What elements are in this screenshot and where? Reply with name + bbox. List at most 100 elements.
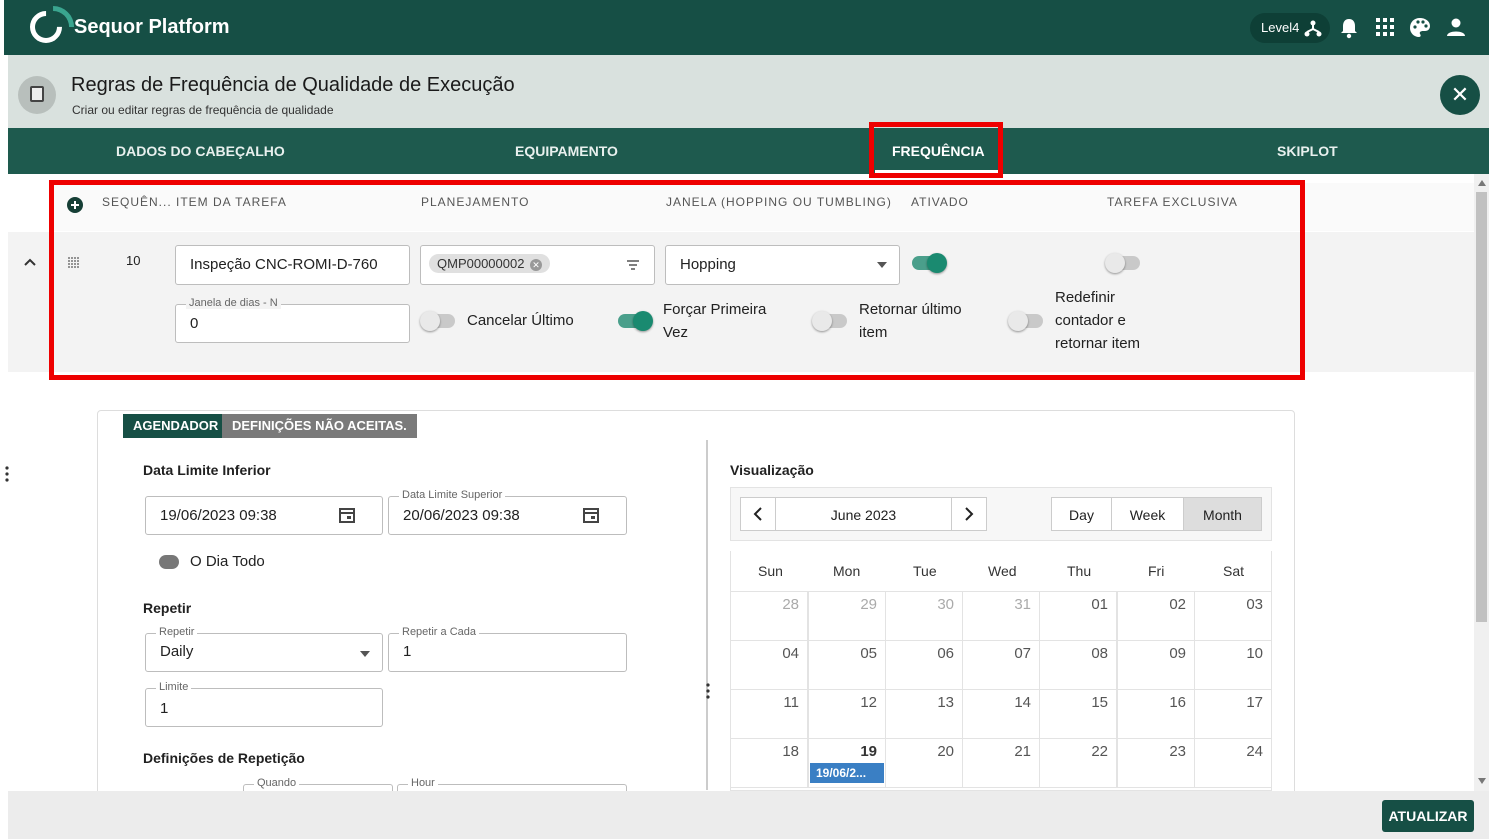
calendar-day-number: 19 bbox=[860, 743, 877, 760]
tab-header-data[interactable]: DADOS DO CABEÇALHO bbox=[116, 128, 285, 174]
calendar-day-number: 05 bbox=[860, 645, 877, 662]
calendar-day-number: 21 bbox=[1014, 743, 1031, 760]
calendar-day-cell[interactable]: 14 bbox=[962, 689, 1040, 739]
view-month-button[interactable]: Month bbox=[1183, 497, 1262, 531]
app-logo-icon bbox=[23, 4, 69, 50]
update-button[interactable]: ATUALIZAR bbox=[1382, 800, 1474, 832]
calendar-day-cell[interactable]: 05 bbox=[808, 640, 886, 690]
calendar-day-number: 20 bbox=[937, 743, 954, 760]
prev-month-button[interactable] bbox=[740, 497, 776, 531]
dow-wed: Wed bbox=[988, 563, 1017, 579]
calendar-day-cell[interactable]: 03 bbox=[1194, 591, 1272, 641]
user-account-icon[interactable] bbox=[1446, 17, 1466, 37]
calendar-day-cell[interactable]: 10 bbox=[1194, 640, 1272, 690]
calendar-day-number: 30 bbox=[937, 596, 954, 613]
calendar-day-number: 11 bbox=[783, 694, 799, 711]
repeat-every-label: Repetir a Cada bbox=[399, 626, 479, 638]
view-day-button[interactable]: Day bbox=[1051, 497, 1112, 531]
tab-scheduler[interactable]: AGENDADOR bbox=[123, 414, 229, 438]
lower-date-field[interactable]: 19/06/2023 09:38 bbox=[145, 496, 383, 535]
repeat-definitions-title: Definições de Repetição bbox=[143, 750, 305, 766]
calendar-day-cell[interactable]: 31 bbox=[962, 591, 1040, 641]
calendar-day-number: 09 bbox=[1169, 645, 1186, 662]
side-panel-handle-icon[interactable] bbox=[4, 465, 10, 483]
tab-bar: DADOS DO CABEÇALHO EQUIPAMENTO FREQUÊNCI… bbox=[8, 128, 1489, 174]
preview-title: Visualização bbox=[730, 462, 814, 478]
calendar-day-cell[interactable]: 08 bbox=[1039, 640, 1117, 690]
top-app-bar: Sequor Platform Level4 bbox=[4, 0, 1489, 55]
tab-equipment[interactable]: EQUIPAMENTO bbox=[515, 128, 618, 174]
calendar-day-number: 01 bbox=[1091, 596, 1108, 613]
calendar-event[interactable]: 19/06/2... bbox=[810, 763, 884, 783]
calendar-day-cell[interactable]: 13 bbox=[885, 689, 963, 739]
calendar-day-number: 15 bbox=[1091, 694, 1108, 711]
palette-icon[interactable] bbox=[1409, 17, 1431, 39]
upper-date-value: 20/06/2023 09:38 bbox=[403, 507, 520, 524]
dropdown-arrow-icon bbox=[360, 651, 370, 657]
repeat-select[interactable]: Repetir Daily bbox=[145, 626, 383, 672]
all-day-label: O Dia Todo bbox=[190, 553, 265, 570]
apps-grid-icon[interactable] bbox=[1375, 17, 1395, 37]
calendar-day-cell[interactable]: 22 bbox=[1039, 738, 1117, 788]
calendar-day-cell[interactable]: 16 bbox=[1117, 689, 1195, 739]
level-selector[interactable]: Level4 bbox=[1250, 13, 1330, 43]
calendar-day-cell[interactable]: 29 bbox=[808, 591, 886, 641]
when-label: Quando bbox=[254, 777, 300, 789]
calendar-day-cell[interactable]: 06 bbox=[885, 640, 963, 690]
calendar-day-cell[interactable]: 21 bbox=[962, 738, 1040, 788]
page-subtitle: Criar ou editar regras de frequência de … bbox=[72, 103, 334, 117]
calendar-icon[interactable] bbox=[582, 506, 600, 524]
calendar-day-cell[interactable]: 01 bbox=[1039, 591, 1117, 641]
calendar-day-number: 28 bbox=[782, 596, 799, 613]
notifications-bell-icon[interactable] bbox=[1339, 17, 1359, 39]
calendar-day-number: 13 bbox=[937, 694, 954, 711]
calendar-day-number: 23 bbox=[1169, 743, 1186, 760]
view-week-button[interactable]: Week bbox=[1111, 497, 1184, 531]
calendar-day-number: 02 bbox=[1169, 596, 1186, 613]
upper-date-label: Data Limite Superior bbox=[399, 489, 506, 501]
calendar-day-number: 22 bbox=[1091, 743, 1108, 760]
dow-mon: Mon bbox=[833, 563, 861, 579]
hour-label: Hour bbox=[408, 777, 438, 789]
limit-field[interactable]: Limite 1 bbox=[145, 681, 383, 727]
close-icon: ✕ bbox=[1450, 82, 1470, 107]
chevron-left-icon bbox=[753, 507, 762, 521]
calendar-day-cell[interactable]: 28 bbox=[730, 591, 808, 641]
calendar-day-cell[interactable]: 30 bbox=[885, 591, 963, 641]
limit-value: 1 bbox=[160, 700, 169, 717]
calendar-day-number: 12 bbox=[860, 694, 877, 711]
calendar-day-number: 17 bbox=[1246, 694, 1263, 711]
collapse-chevron-up-icon[interactable] bbox=[23, 257, 37, 267]
tab-skiplot[interactable]: SKIPLOT bbox=[1277, 128, 1338, 174]
tab-unaccepted-definitions[interactable]: DEFINIÇÕES NÃO ACEITAS. bbox=[222, 414, 417, 438]
dow-fri: Fri bbox=[1148, 563, 1165, 579]
splitter-handle-icon[interactable] bbox=[705, 682, 711, 700]
calendar-day-cell[interactable]: 11 bbox=[730, 689, 808, 739]
calendar-day-cell[interactable]: 09 bbox=[1117, 640, 1195, 690]
limit-label: Limite bbox=[156, 681, 192, 693]
next-month-button[interactable] bbox=[951, 497, 987, 531]
calendar-day-cell[interactable]: 07 bbox=[962, 640, 1040, 690]
calendar-icon[interactable] bbox=[338, 506, 356, 524]
dow-thu: Thu bbox=[1067, 563, 1092, 579]
month-label[interactable]: June 2023 bbox=[775, 497, 952, 531]
calendar-day-cell[interactable]: 02 bbox=[1117, 591, 1195, 641]
upper-date-field[interactable]: Data Limite Superior 20/06/2023 09:38 bbox=[388, 489, 627, 535]
page-header: Regras de Frequência de Qualidade de Exe… bbox=[8, 55, 1489, 128]
close-button[interactable]: ✕ bbox=[1440, 75, 1480, 115]
panel-divider[interactable] bbox=[706, 440, 708, 790]
scroll-up-arrow-icon[interactable] bbox=[1478, 180, 1486, 186]
scroll-down-arrow-icon[interactable] bbox=[1478, 778, 1486, 784]
scrollbar-thumb[interactable] bbox=[1476, 192, 1487, 622]
calendar-day-cell[interactable]: 17 bbox=[1194, 689, 1272, 739]
calendar-day-cell[interactable]: 20 bbox=[885, 738, 963, 788]
repeat-every-field[interactable]: Repetir a Cada 1 bbox=[388, 626, 627, 672]
calendar-day-cell[interactable]: 15 bbox=[1039, 689, 1117, 739]
repeat-every-value: 1 bbox=[403, 643, 412, 660]
all-day-toggle[interactable] bbox=[159, 555, 179, 569]
calendar-day-cell[interactable]: 04 bbox=[730, 640, 808, 690]
calendar-day-cell[interactable]: 24 bbox=[1194, 738, 1272, 788]
calendar-day-cell[interactable]: 23 bbox=[1117, 738, 1195, 788]
calendar-day-cell[interactable]: 12 bbox=[808, 689, 886, 739]
calendar-day-cell[interactable]: 18 bbox=[730, 738, 808, 788]
